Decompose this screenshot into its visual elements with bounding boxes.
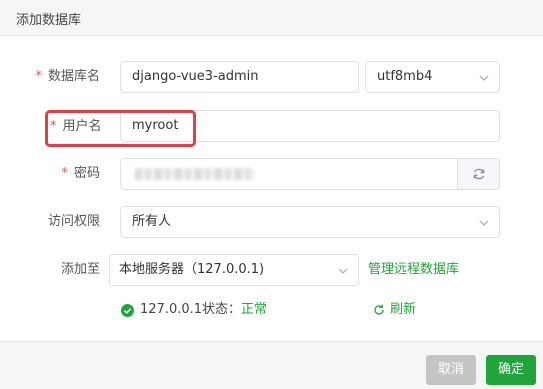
password-input[interactable] <box>120 158 500 190</box>
status-row: 127.0.0.1状态：正常 <box>121 300 267 320</box>
username-input[interactable]: myroot <box>120 110 500 142</box>
status-host: 127.0.0.1状态： <box>140 302 242 317</box>
access-select[interactable]: 所有人 <box>120 206 500 238</box>
required-mark: * <box>61 166 68 181</box>
masked-password <box>135 168 255 180</box>
username-value: myroot <box>132 118 179 133</box>
refresh-icon <box>374 304 384 315</box>
access-value: 所有人 <box>132 214 172 229</box>
db-name-input[interactable]: django-vue3-admin <box>120 61 359 93</box>
generate-password-button[interactable] <box>457 159 499 189</box>
status-state: 正常 <box>241 302 268 317</box>
password-label-text: 密码 <box>73 166 100 181</box>
refresh-icon <box>473 168 485 180</box>
charset-value: utf8mb4 <box>377 69 433 84</box>
check-circle-icon <box>121 303 134 317</box>
server-select[interactable]: 本地服务器（127.0.0.1) <box>109 254 359 286</box>
db-name-value: django-vue3-admin <box>132 69 259 84</box>
password-label: * 密码 <box>50 158 100 190</box>
db-name-label: * 数据库名 <box>30 61 100 93</box>
username-label: * 用户名 <box>50 111 102 143</box>
dialog-header: 添加数据库 <box>0 0 543 36</box>
server-value: 本地服务器（127.0.0.1) <box>119 262 265 277</box>
chevron-down-icon <box>479 218 489 227</box>
charset-select[interactable]: utf8mb4 <box>365 61 500 93</box>
chevron-down-icon <box>338 266 348 275</box>
refresh-status-link[interactable]: 刷新 <box>373 300 416 320</box>
required-mark: * <box>35 69 42 84</box>
dialog-title: 添加数据库 <box>16 13 82 28</box>
refresh-label: 刷新 <box>390 302 417 317</box>
access-label: 访问权限 <box>47 214 100 229</box>
dialog-footer: 取消 确定 <box>0 341 543 389</box>
cancel-button[interactable]: 取消 <box>426 355 476 385</box>
confirm-button[interactable]: 确定 <box>486 355 536 385</box>
required-mark: * <box>50 119 57 134</box>
add-to-label: 添加至 <box>60 262 100 277</box>
manage-remote-db-link[interactable]: 管理远程数据库 <box>368 254 459 286</box>
username-label-text: 用户名 <box>62 119 102 134</box>
db-name-label-text: 数据库名 <box>47 69 100 84</box>
chevron-down-icon <box>479 73 489 82</box>
